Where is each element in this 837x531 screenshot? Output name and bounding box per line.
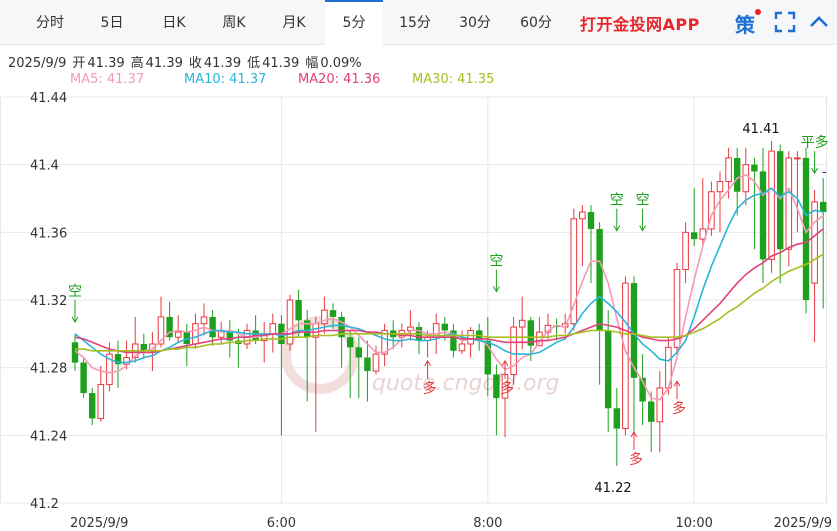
candle-body <box>794 157 801 160</box>
candle-body <box>200 316 208 325</box>
candle-body <box>751 164 758 172</box>
candle-body <box>613 408 620 429</box>
candle-body <box>648 401 655 422</box>
candle-body <box>725 157 732 183</box>
y-tick-label: 41.36 <box>30 226 67 241</box>
candle-body <box>209 316 216 338</box>
x-tick-label: 8:00 <box>473 516 502 531</box>
candle-body <box>458 343 466 352</box>
candle-body <box>716 181 724 193</box>
candle-body <box>734 157 741 192</box>
candle-body <box>467 329 474 345</box>
candle-body <box>596 228 603 331</box>
signal-label: 多 <box>629 451 643 468</box>
y-tick-label: 41.4 <box>30 159 59 174</box>
candles-group <box>71 140 827 466</box>
candle-body <box>295 300 302 321</box>
last-price-marker: - <box>822 165 827 180</box>
signal-label: 空 <box>68 284 82 300</box>
candle-body <box>605 330 612 409</box>
y-tick-label: 41.32 <box>30 294 67 309</box>
x-tick-label: 2025/9/9 <box>774 516 832 531</box>
candle-body <box>811 201 818 284</box>
candle-body <box>673 269 681 348</box>
candle-body <box>269 323 277 335</box>
candle-body <box>355 347 362 358</box>
signal-label: 多 <box>500 380 514 397</box>
signal-label: 空 <box>610 193 624 209</box>
candle-body <box>97 384 105 419</box>
candle-body <box>89 393 96 419</box>
signal-label: 空 <box>636 193 650 209</box>
candle-body <box>441 323 448 331</box>
candle-body <box>691 232 698 240</box>
y-tick-label: 41.44 <box>30 91 67 106</box>
signal-label: 多 <box>423 380 437 397</box>
kline-chart[interactable]: 41.44 41.4 41.36 41.32 41.28 41.24 41.2 2025/9/… <box>0 0 837 531</box>
x-tick-label: 6:00 <box>267 516 296 531</box>
candle-body <box>364 357 371 372</box>
candle-body <box>656 387 664 423</box>
candle-body <box>518 319 526 328</box>
y-tick-label: 41.28 <box>30 362 67 377</box>
candle-body <box>329 310 337 317</box>
candle-body <box>785 157 793 250</box>
candle-body <box>587 212 595 229</box>
high-value-label: 41.41 <box>742 122 779 137</box>
candle-body <box>347 337 354 348</box>
signal-label: 空 <box>489 254 503 270</box>
candle-body <box>777 151 784 250</box>
x-tick-label: 10:00 <box>675 516 712 531</box>
candle-body <box>80 362 87 394</box>
signal-label: 多 <box>672 400 686 417</box>
candle-body <box>493 374 500 399</box>
candle-body <box>372 353 380 372</box>
y-tick-label: 41.2 <box>30 497 59 512</box>
candle-body <box>579 211 586 220</box>
x-tick-label: 2025/9/9 <box>70 516 128 531</box>
candle-body <box>192 323 199 345</box>
candle-body <box>304 320 311 338</box>
candle-body <box>820 201 827 213</box>
watermark: quote.cngold.org <box>372 371 560 396</box>
candle-body <box>742 164 750 193</box>
signal-label: 平多 <box>801 134 829 151</box>
y-tick-label: 41.24 <box>30 429 67 444</box>
candle-body <box>682 231 689 271</box>
candle-body <box>768 150 775 260</box>
low-value-label: 41.22 <box>594 481 631 496</box>
candle-body <box>174 331 182 338</box>
candle-body <box>759 171 767 260</box>
